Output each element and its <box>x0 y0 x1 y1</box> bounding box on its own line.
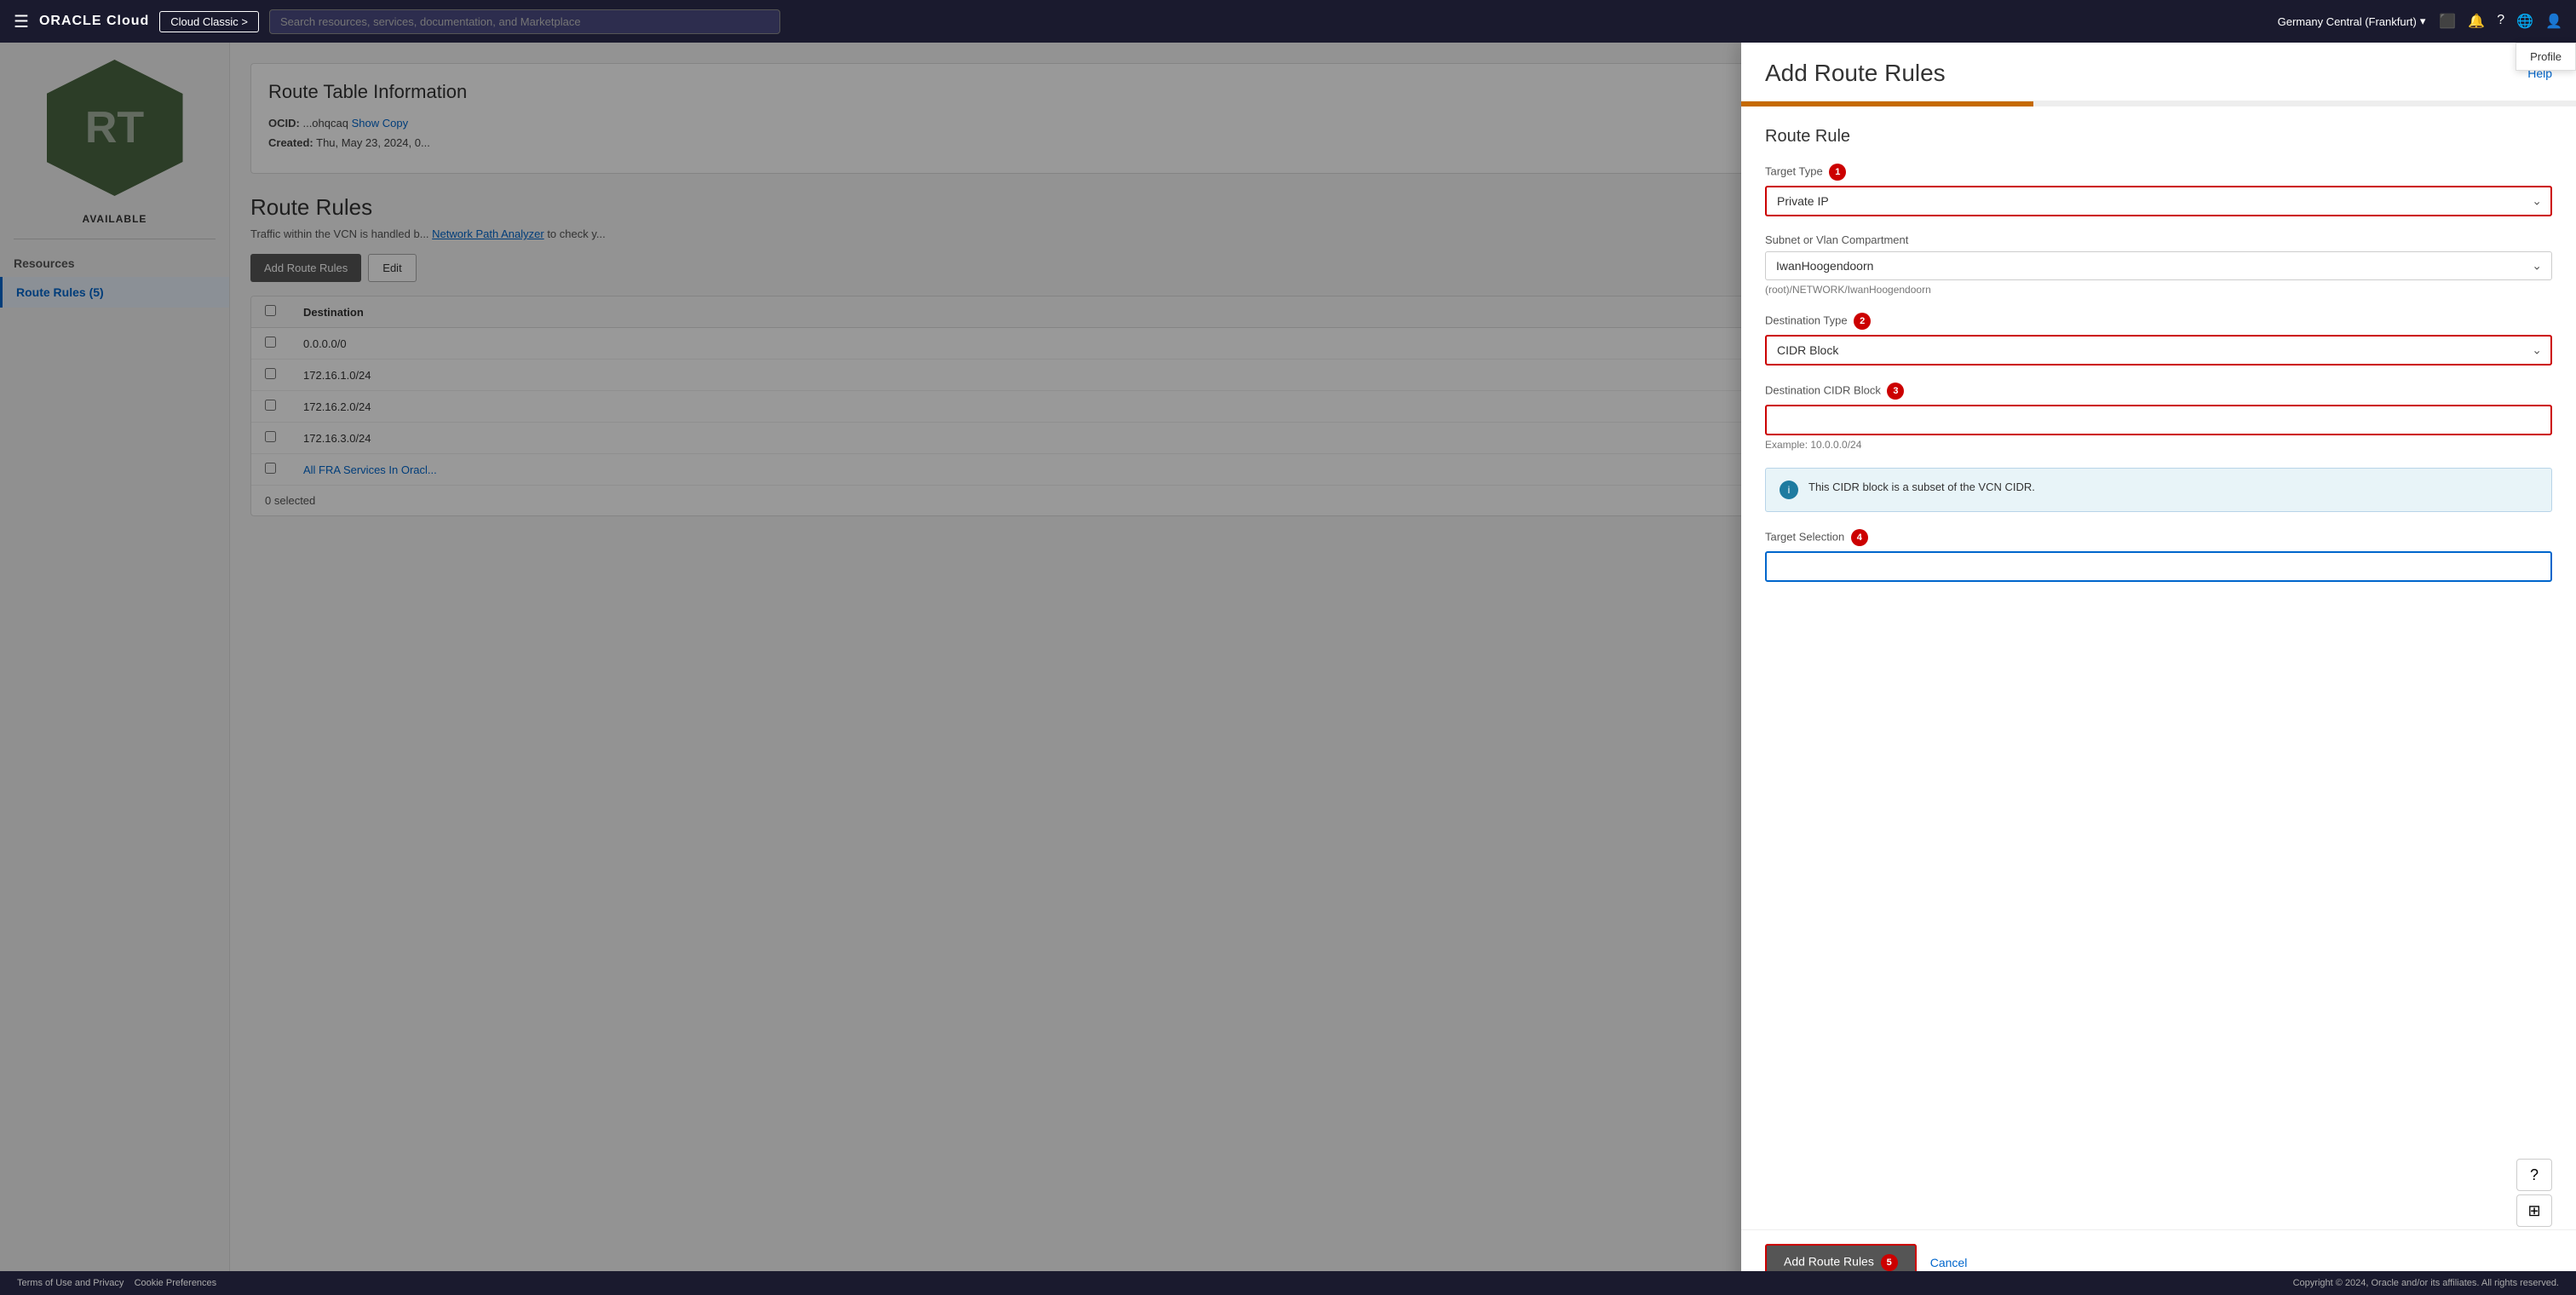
target-type-group: Target Type 1 Private IP Internet Gatewa… <box>1765 164 2552 216</box>
dest-type-group: Destination Type 2 CIDR Block Service <box>1765 313 2552 365</box>
help-icon[interactable]: ? <box>2497 13 2504 30</box>
notifications-icon[interactable]: 🔔 <box>2468 13 2485 30</box>
target-selection-group: Target Selection 4 172.16.0.20 <box>1765 529 2552 582</box>
dest-cidr-step-badge: 3 <box>1887 383 1904 400</box>
support-widget: ? ⊞ <box>2516 1159 2552 1227</box>
panel-body: Route Rule Target Type 1 Private IP Inte… <box>1741 106 2576 1229</box>
cookie-prefs-link[interactable]: Cookie Preferences <box>135 1278 217 1288</box>
dest-cidr-hint: Example: 10.0.0.0/24 <box>1765 439 2552 451</box>
target-type-select-wrapper: Private IP Internet Gateway NAT Gateway … <box>1765 186 2552 216</box>
subnet-vlan-select[interactable]: IwanHoogendoorn <box>1765 251 2552 280</box>
panel-progress-bar-container <box>1741 101 2576 106</box>
target-selection-step-badge: 4 <box>1851 529 1868 546</box>
target-selection-label: Target Selection 4 <box>1765 529 2552 546</box>
copyright-text: Copyright © 2024, Oracle and/or its affi… <box>2293 1278 2559 1288</box>
target-selection-input[interactable]: 172.16.0.20 <box>1765 551 2552 582</box>
topnav-right-section: Germany Central (Frankfurt) ▾ ⬛ 🔔 ? 🌐 👤 <box>2278 13 2562 30</box>
compartment-path: (root)/NETWORK/IwanHoogendoorn <box>1765 284 2552 296</box>
top-navigation: ☰ ORACLE Cloud Cloud Classic > Germany C… <box>0 0 2576 43</box>
global-search-input[interactable] <box>269 9 780 34</box>
bottom-bar-left: Terms of Use and Privacy Cookie Preferen… <box>17 1278 216 1288</box>
dest-cidr-label: Destination CIDR Block 3 <box>1765 383 2552 400</box>
cidr-info-box: i This CIDR block is a subset of the VCN… <box>1765 468 2552 512</box>
dest-type-select[interactable]: CIDR Block Service <box>1765 335 2552 365</box>
hamburger-menu-icon[interactable]: ☰ <box>14 11 29 32</box>
route-rule-section-title: Route Rule <box>1765 127 2552 147</box>
panel-header: Add Route Rules Help <box>1741 43 2576 101</box>
target-type-label: Target Type 1 <box>1765 164 2552 181</box>
panel-progress-bar <box>1741 101 2033 106</box>
bottom-bar: Terms of Use and Privacy Cookie Preferen… <box>0 1271 2576 1295</box>
add-btn-step-badge: 5 <box>1881 1254 1898 1271</box>
target-type-step-badge: 1 <box>1829 164 1846 181</box>
add-route-rules-panel: Add Route Rules Help Route Rule Target T… <box>1741 43 2576 1295</box>
dest-type-label: Destination Type 2 <box>1765 313 2552 330</box>
grid-widget-icon[interactable]: ⊞ <box>2516 1194 2552 1227</box>
dest-type-step-badge: 2 <box>1854 313 1871 330</box>
info-message: This CIDR block is a subset of the VCN C… <box>1808 481 2035 493</box>
cloud-classic-button[interactable]: Cloud Classic > <box>159 11 259 32</box>
target-type-select[interactable]: Private IP Internet Gateway NAT Gateway … <box>1765 186 2552 216</box>
profile-icon[interactable]: 👤 <box>2545 13 2562 30</box>
dest-cidr-group: Destination CIDR Block 3 172.16.0.128/25… <box>1765 383 2552 451</box>
panel-title: Add Route Rules <box>1765 60 1946 87</box>
subnet-vlan-select-wrapper: IwanHoogendoorn <box>1765 251 2552 280</box>
terms-link[interactable]: Terms of Use and Privacy <box>17 1278 124 1288</box>
language-icon[interactable]: 🌐 <box>2516 13 2533 30</box>
panel-cancel-button[interactable]: Cancel <box>1930 1256 1968 1269</box>
dest-type-select-wrapper: CIDR Block Service <box>1765 335 2552 365</box>
info-icon: i <box>1780 481 1798 499</box>
subnet-vlan-label: Subnet or Vlan Compartment <box>1765 233 2552 246</box>
subnet-vlan-group: Subnet or Vlan Compartment IwanHoogendoo… <box>1765 233 2552 296</box>
help-widget-icon[interactable]: ? <box>2516 1159 2552 1191</box>
cloud-shell-icon[interactable]: ⬛ <box>2439 13 2456 30</box>
profile-tooltip: Profile <box>2516 43 2576 71</box>
region-selector[interactable]: Germany Central (Frankfurt) ▾ <box>2278 14 2426 28</box>
dest-cidr-input[interactable]: 172.16.0.128/25 <box>1765 405 2552 435</box>
topnav-icons: ⬛ 🔔 ? 🌐 👤 <box>2439 13 2562 30</box>
oracle-logo: ORACLE Cloud <box>39 14 149 29</box>
